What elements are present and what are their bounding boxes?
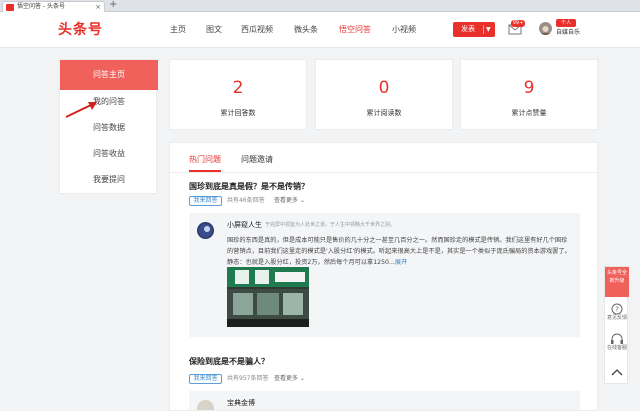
chevron-down-icon[interactable]: ▼	[486, 22, 491, 37]
avatar-image-icon	[198, 223, 213, 238]
storefront-photo-icon	[227, 267, 309, 327]
browser-tab-strip: 悟空问答 - 头条号 × +	[0, 0, 640, 12]
toutiao-favicon-icon	[6, 4, 14, 11]
svg-text:?: ?	[615, 306, 619, 314]
logo[interactable]: 头条号	[58, 20, 103, 40]
nav-item-articles[interactable]: 图文	[206, 23, 222, 37]
publish-divider	[483, 25, 484, 34]
customer-service-label: 在线客服	[606, 345, 627, 351]
back-to-top-button[interactable]	[605, 363, 629, 383]
floating-toolbar: 头条号全新升级 ? 意见反馈 在线客服	[604, 266, 629, 384]
stat-value: 2	[232, 78, 244, 98]
chevron-up-icon	[611, 369, 623, 376]
feedback-label: 意见反馈	[606, 315, 627, 321]
answer-excerpt: 国珍的东西是真的，但是成本可能只是售价的几十分之一甚至几百分之一。然而国珍走的模…	[227, 237, 571, 266]
feedback-icon: ?	[611, 303, 623, 315]
answer-count: 共有957条回答	[227, 375, 269, 382]
message-count-badge: 99+	[511, 20, 525, 27]
answer-preview[interactable]: 宝典金博	[189, 391, 580, 410]
nav-item-wukong-qa[interactable]: 悟空问答	[339, 23, 371, 37]
sidebar-item-ask-question[interactable]: 我要提问	[60, 173, 158, 187]
browser-tab-title: 悟空问答 - 头条号	[17, 3, 65, 10]
qa-sidebar: 问答主页 我的问答 问答数据 问答收益 我要提问	[59, 59, 158, 194]
account-type-badge: 个人	[556, 19, 576, 27]
answer-author-name[interactable]: 宝典金博	[227, 398, 255, 408]
user-avatar[interactable]	[539, 22, 552, 35]
stat-label: 累计阅读数	[366, 109, 402, 117]
sidebar-item-qa-earnings[interactable]: 问答收益	[60, 147, 158, 161]
expand-link[interactable]: 展开	[395, 259, 407, 266]
answer-count: 共有46条回答	[227, 197, 265, 204]
stat-card-likes: 9 累计点赞量	[460, 59, 598, 130]
answer-button[interactable]: 我来回答	[189, 196, 222, 206]
sidebar-item-label: 问答主页	[93, 70, 125, 79]
nav-item-micro-headlines[interactable]: 微头条	[294, 23, 318, 37]
stat-value: 0	[378, 78, 390, 98]
view-more-link[interactable]: 查看更多 ⌄	[274, 196, 305, 206]
tab-hot-questions[interactable]: 热门问题	[189, 153, 221, 167]
publish-button-label: 发表	[461, 25, 475, 33]
nav-item-xigua-video[interactable]: 西瓜视频	[241, 23, 273, 37]
answer-author-name[interactable]: 小屏窥人生	[227, 220, 262, 230]
question-title[interactable]: 保险到底是不是骗人？	[189, 356, 269, 368]
publish-button[interactable]: 发表 ▼	[453, 22, 495, 37]
question-title[interactable]: 国珍到底是真是假？是不是传销？	[189, 181, 309, 193]
annotation-arrow-icon	[65, 102, 97, 118]
stat-card-reads: 0 累计阅读数	[315, 59, 453, 130]
stat-value: 9	[523, 78, 535, 98]
answer-preview[interactable]: 小屏窥人生 于完屏中领鉴为人处世之道，于人生中领略大千世界之别。 国珍的东西是真…	[189, 213, 580, 337]
customer-service-button[interactable]: 在线客服	[605, 331, 629, 359]
close-icon[interactable]: ×	[95, 2, 101, 12]
top-header: 头条号 主页 图文 西瓜视频 微头条 悟空问答 小视频 发表 ▼ 99+ 个人 …	[0, 12, 640, 48]
browser-tab[interactable]: 悟空问答 - 头条号 ×	[2, 1, 105, 12]
sidebar-item-qa-home[interactable]: 问答主页	[60, 60, 158, 90]
tab-question-invites[interactable]: 问题邀请	[241, 153, 273, 167]
answer-author-bio: 于完屏中领鉴为人处世之道，于人生中领略大千世界之别。	[265, 222, 396, 228]
questions-tabs: 热门问题 问题邀请	[170, 143, 597, 173]
new-tab-button[interactable]: +	[109, 0, 117, 11]
upgrade-promo-button[interactable]: 头条号全新升级	[605, 267, 629, 297]
answer-author-avatar[interactable]	[197, 222, 214, 239]
nav-item-short-video[interactable]: 小视频	[392, 23, 416, 37]
answer-author-avatar[interactable]	[197, 400, 214, 410]
questions-panel: 热门问题 问题邀请 国珍到底是真是假？是不是传销？ 我来回答 共有46条回答 查…	[169, 142, 598, 411]
user-name[interactable]: 自媒自乐	[556, 28, 580, 37]
stat-card-answers: 2 累计回答数	[169, 59, 307, 130]
stat-label: 累计回答数	[220, 109, 256, 117]
answer-button[interactable]: 我来回答	[189, 374, 222, 384]
nav-item-home[interactable]: 主页	[170, 23, 186, 37]
avatar-image-icon	[541, 26, 550, 35]
stat-label: 累计点赞量	[511, 109, 547, 117]
feedback-button[interactable]: ? 意见反馈	[605, 301, 629, 329]
active-tab-indicator	[189, 170, 221, 172]
answer-photo[interactable]	[227, 267, 309, 327]
sidebar-item-qa-data[interactable]: 问答数据	[60, 121, 158, 135]
upgrade-promo-label: 头条号全新升级	[606, 270, 627, 284]
headset-icon	[611, 333, 623, 344]
view-more-link[interactable]: 查看更多 ⌄	[274, 374, 305, 384]
